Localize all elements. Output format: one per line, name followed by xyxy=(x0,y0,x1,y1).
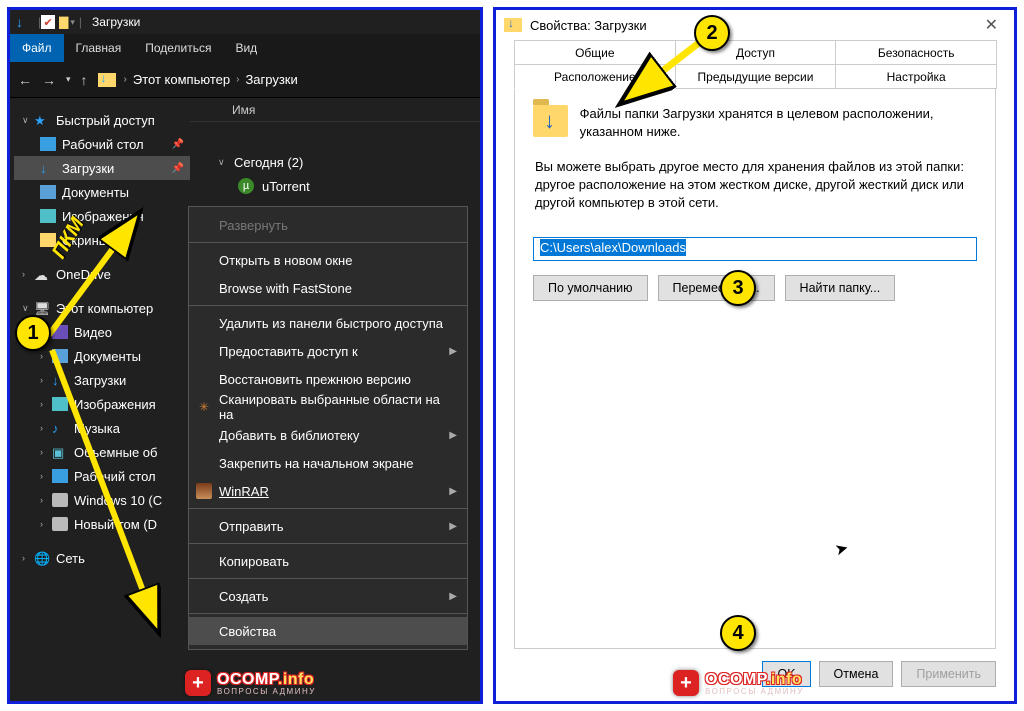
tab-home[interactable]: Главная xyxy=(64,34,134,62)
tab-customize[interactable]: Настройка xyxy=(835,64,997,89)
tree-downloads[interactable]: ↓Загрузки📌 xyxy=(14,156,190,180)
close-button[interactable]: ✕ xyxy=(977,15,1006,35)
tree-onedrive[interactable]: ›☁OneDrive xyxy=(14,262,190,286)
annotation-badge-1: 1 xyxy=(15,315,51,351)
ctx-open-new[interactable]: Открыть в новом окне xyxy=(189,246,467,274)
tree-quick-access[interactable]: ∨★Быстрый доступ xyxy=(14,108,190,132)
big-folder-icon xyxy=(533,105,568,137)
ctx-pin-start[interactable]: Закрепить на начальном экране xyxy=(189,449,467,477)
ctx-expand[interactable]: Развернуть xyxy=(189,211,467,239)
tree-desktop2[interactable]: ›Рабочий стол xyxy=(14,464,190,488)
tab-row-1: Общие Доступ Безопасность xyxy=(514,40,996,65)
tree-music[interactable]: ›♪Музыка xyxy=(14,416,190,440)
location-desc: Файлы папки Загрузки хранятся в целевом … xyxy=(580,105,977,140)
tab-general[interactable]: Общие xyxy=(514,40,676,65)
tab-panel: Файлы папки Загрузки хранятся в целевом … xyxy=(514,89,996,649)
tab-security[interactable]: Безопасность xyxy=(835,40,997,65)
tab-location[interactable]: Расположение xyxy=(514,64,676,89)
group-today[interactable]: ∨Сегодня (2) xyxy=(218,150,480,174)
ctx-create[interactable]: Создать▶ xyxy=(189,582,467,610)
qat-checkbox-icon[interactable]: ✔ xyxy=(41,15,55,29)
explorer-titlebar: ↓ | ✔ ▇ ▾ | Загрузки xyxy=(10,10,480,34)
downloads-icon: ↓ xyxy=(16,14,32,30)
winrar-icon xyxy=(196,483,212,499)
file-utorrent[interactable]: µuTorrent xyxy=(218,174,480,198)
ctx-unpin[interactable]: Удалить из панели быстрого доступа xyxy=(189,309,467,337)
properties-dialog: Свойства: Загрузки ✕ Общие Доступ Безопа… xyxy=(493,7,1017,704)
context-menu: Развернуть Открыть в новом окне Browse w… xyxy=(188,206,468,650)
tab-row-2: Расположение Предыдущие версии Настройка xyxy=(514,64,996,89)
tree-documents[interactable]: Документы xyxy=(14,180,190,204)
window-title: Загрузки xyxy=(92,15,140,29)
annotation-badge-3: 3 xyxy=(720,270,756,306)
tab-view[interactable]: Вид xyxy=(223,34,269,62)
tab-prev-versions[interactable]: Предыдущие версии xyxy=(675,64,837,89)
annotation-badge-4: 4 xyxy=(720,615,756,651)
watermark-left: + OCOMP.info ВОПРОСЫ АДМИНУ xyxy=(185,670,316,696)
watermark-plus-icon: + xyxy=(673,670,699,696)
address-folder-icon xyxy=(98,73,116,87)
tree-pictures[interactable]: Изображения xyxy=(14,204,190,228)
tree-c-drive[interactable]: ›Windows 10 (C xyxy=(14,488,190,512)
btn-move[interactable]: Переместить... xyxy=(658,275,775,301)
address-bar[interactable]: ← → ▾ ↑ › Этот компьютер › Загрузки xyxy=(10,62,480,98)
nav-fwd-icon[interactable]: → xyxy=(42,72,56,88)
pin-icon: 📌 xyxy=(172,163,184,174)
tree-network[interactable]: ›🌐Сеть xyxy=(14,546,190,570)
btn-find[interactable]: Найти папку... xyxy=(785,275,896,301)
explorer-window: ↓ | ✔ ▇ ▾ | Загрузки Файл Главная Подели… xyxy=(7,7,483,704)
tab-share[interactable]: Поделиться xyxy=(133,34,223,62)
btn-cancel[interactable]: Отмена xyxy=(819,661,894,687)
btn-apply[interactable]: Применить xyxy=(901,661,996,687)
nav-history-icon[interactable]: ▾ xyxy=(66,74,71,85)
qat-folder-icon[interactable]: ▇ xyxy=(59,15,68,29)
cursor-icon: ➤ xyxy=(833,538,851,561)
path-input[interactable]: C:\Users\alex\Downloads xyxy=(533,237,977,261)
tree-3dobjects[interactable]: ›▣Объемные об xyxy=(14,440,190,464)
downloads-folder-icon xyxy=(504,18,522,32)
ctx-send[interactable]: Отправить▶ xyxy=(189,512,467,540)
ctx-properties[interactable]: Свойства xyxy=(189,617,467,645)
ctx-add-library[interactable]: Добавить в библиотеку▶ xyxy=(189,421,467,449)
pin-icon: 📌 xyxy=(172,139,184,150)
tree-d-drive[interactable]: ›Новый том (D xyxy=(14,512,190,536)
tree-desktop[interactable]: Рабочий стол📌 xyxy=(14,132,190,156)
location-desc2: Вы можете выбрать другое место для хране… xyxy=(535,158,977,213)
ctx-scan[interactable]: ✳Сканировать выбранные области на на xyxy=(189,393,467,421)
btn-default[interactable]: По умолчанию xyxy=(533,275,648,301)
tree-screenshots[interactable]: Скриншоты xyxy=(14,228,190,252)
ctx-share[interactable]: Предоставить доступ к▶ xyxy=(189,337,467,365)
tab-file[interactable]: Файл xyxy=(10,34,64,62)
nav-up-icon[interactable]: ↑ xyxy=(81,72,88,88)
ribbon-tabs: Файл Главная Поделиться Вид xyxy=(10,34,480,62)
tree-downloads2[interactable]: ›↓Загрузки xyxy=(14,368,190,392)
ctx-winrar[interactable]: WinRAR▶ xyxy=(189,477,467,505)
column-header-name[interactable]: Имя xyxy=(190,98,480,122)
breadcrumb-folder[interactable]: Загрузки xyxy=(245,72,297,87)
dialog-title: Свойства: Загрузки xyxy=(530,18,647,33)
watermark-plus-icon: + xyxy=(185,670,211,696)
nav-back-icon[interactable]: ← xyxy=(18,72,32,88)
ctx-restore[interactable]: Восстановить прежнюю версию xyxy=(189,365,467,393)
ctx-faststone[interactable]: Browse with FastStone xyxy=(189,274,467,302)
breadcrumb-pc[interactable]: Этот компьютер xyxy=(133,72,230,87)
scan-icon: ✳ xyxy=(196,399,212,415)
watermark-right: + OCOMP.info ВОПРОСЫ АДМИНУ xyxy=(673,670,804,696)
annotation-badge-2: 2 xyxy=(694,15,730,51)
ctx-copy[interactable]: Копировать xyxy=(189,547,467,575)
dialog-titlebar: Свойства: Загрузки ✕ xyxy=(496,10,1014,40)
utorrent-icon: µ xyxy=(238,178,254,194)
tree-pictures2[interactable]: ›Изображения xyxy=(14,392,190,416)
